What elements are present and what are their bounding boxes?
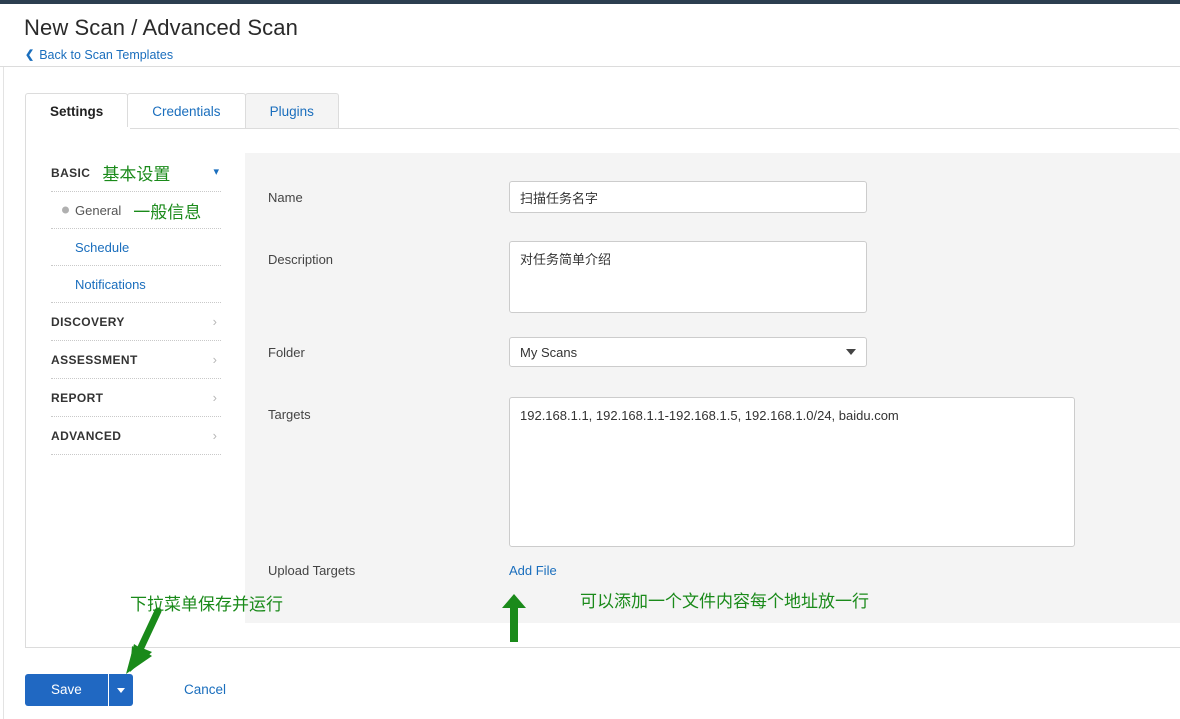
sidebar-section-report[interactable]: REPORT › [51,379,221,417]
caret-down-icon [116,687,125,693]
sidebar-item-notifications[interactable]: Notifications [51,266,221,303]
field-row-targets: Targets [245,397,1180,547]
sidebar-section-basic-label: BASIC [51,165,91,180]
tab-plugins-label: Plugins [269,104,314,119]
chevron-left-icon: ❮ [25,48,35,61]
sidebar-section-basic[interactable]: BASIC 基本设置 ▾ [51,154,221,192]
chevron-right-icon: › [212,390,217,405]
chevron-right-icon: › [212,428,217,443]
name-label: Name [268,190,303,205]
targets-label: Targets [268,407,311,422]
sidebar-section-assessment-label: ASSESSMENT [51,352,138,367]
chevron-right-icon: › [212,352,217,367]
settings-panel: BASIC 基本设置 ▾ General 一般信息 Schedule Notif… [25,128,1180,648]
field-row-description: Description [245,241,1180,313]
sidebar-section-discovery-label: DISCOVERY [51,314,125,329]
tab-credentials[interactable]: Credentials [127,93,246,129]
sidebar-section-assessment[interactable]: ASSESSMENT › [51,341,221,379]
tab-credentials-label: Credentials [152,104,221,119]
save-button[interactable]: Save [25,674,108,706]
caret-down-icon [846,349,856,355]
chevron-right-icon: › [212,314,217,329]
description-textarea[interactable] [509,241,867,313]
sidebar-item-general[interactable]: General 一般信息 [51,192,221,229]
targets-textarea[interactable] [509,397,1075,547]
sidebar-item-notifications-label: Notifications [75,276,146,292]
settings-sidebar: BASIC 基本设置 ▾ General 一般信息 Schedule Notif… [51,154,221,455]
back-link-label: Back to Scan Templates [39,48,174,62]
field-row-folder: Folder My Scans [245,337,1180,367]
tab-settings-label: Settings [50,104,104,119]
sidebar-item-general-label: General [75,202,122,218]
active-tab-seam [26,127,130,129]
page-title: New Scan / Advanced Scan [24,15,298,40]
sidebar-item-general-note: 一般信息 [133,202,202,222]
left-rail-divider [3,67,4,719]
settings-tablist: Settings Credentials Plugins [25,93,339,129]
general-settings-form: Name Description Folder My Scans Targets… [245,153,1180,623]
folder-select-value: My Scans [520,344,578,360]
sidebar-section-report-label: REPORT [51,390,104,405]
save-button-group: Save [25,674,133,706]
sidebar-section-advanced-label: ADVANCED [51,428,122,443]
sidebar-section-basic-note: 基本设置 [102,165,171,184]
sidebar-section-discovery[interactable]: DISCOVERY › [51,303,221,341]
page-header: New Scan / Advanced Scan ❮ Back to Scan … [0,4,1180,67]
sidebar-section-advanced[interactable]: ADVANCED › [51,417,221,455]
folder-select[interactable]: My Scans [509,337,867,367]
description-label: Description [268,252,334,267]
selected-dot-icon [62,206,69,214]
field-row-name: Name [245,181,1180,213]
add-file-link[interactable]: Add File [509,563,557,578]
folder-label: Folder [268,345,305,360]
form-footer: Save Cancel [0,660,1180,719]
name-input[interactable] [509,181,867,213]
sidebar-item-schedule-label: Schedule [75,239,130,255]
upload-targets-label: Upload Targets [268,563,356,578]
sidebar-item-schedule[interactable]: Schedule [51,229,221,266]
cancel-button[interactable]: Cancel [184,674,226,706]
tab-settings[interactable]: Settings [25,93,129,129]
field-row-upload-targets: Upload Targets Add File [245,563,1180,583]
tab-plugins[interactable]: Plugins [244,93,339,129]
save-dropdown-button[interactable] [107,674,133,706]
back-to-scan-templates-link[interactable]: ❮ Back to Scan Templates [25,48,173,62]
chevron-down-icon: ▾ [213,166,219,178]
